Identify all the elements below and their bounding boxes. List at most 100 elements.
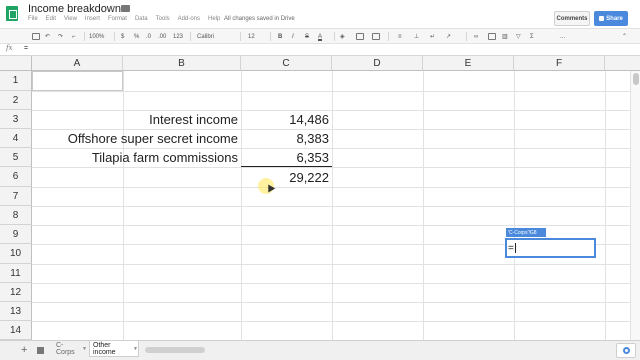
row-header-7[interactable]: 7 (0, 187, 32, 206)
explore-button[interactable] (616, 343, 636, 358)
cell-c6[interactable]: 29,222 (241, 168, 332, 187)
menu-insert[interactable]: Insert (85, 16, 100, 26)
menu-bar: File Edit View Insert Format Data Tools … (28, 16, 220, 26)
fx-icon: fx (6, 44, 13, 52)
sheet-tab-bar: + C-Corps ▼ Other income ▼ (0, 340, 640, 360)
comments-button[interactable]: Comments (554, 11, 590, 26)
cell-c3[interactable]: 14,486 (241, 110, 332, 129)
vertical-align-icon[interactable]: ⊥ (414, 31, 419, 42)
row-header-2[interactable]: 2 (0, 91, 32, 110)
column-header-b[interactable]: B (123, 56, 241, 71)
menu-file[interactable]: File (28, 16, 38, 26)
chevron-down-icon[interactable]: ▼ (82, 346, 87, 352)
row-header-12[interactable]: 12 (0, 283, 32, 302)
star-icon[interactable]: ☆ (108, 3, 116, 14)
row-header-10[interactable]: 10 (0, 244, 32, 264)
text-caret (514, 243, 516, 253)
more-formats-select[interactable]: 123 (173, 31, 183, 42)
spreadsheet-grid[interactable]: A B C D E F 1 2 3 4 5 6 7 8 9 10 11 12 1… (0, 56, 640, 340)
row-header-6[interactable]: 6 (0, 167, 32, 187)
paint-format-icon[interactable]: ⌐ (72, 31, 76, 42)
cell-a1[interactable] (32, 71, 123, 91)
column-header-c[interactable]: C (241, 56, 332, 71)
row-header-11[interactable]: 11 (0, 264, 32, 283)
text-rotation-icon[interactable]: ↗ (446, 31, 451, 42)
print-icon[interactable] (32, 31, 40, 42)
fill-color-icon[interactable]: ◈ (340, 31, 345, 42)
column-header-a[interactable]: A (32, 56, 123, 71)
row-header-14[interactable]: 14 (0, 321, 32, 340)
undo-icon[interactable]: ↶ (45, 31, 50, 42)
strikethrough-button[interactable]: S (305, 31, 309, 42)
save-status[interactable]: All changes saved in Drive (224, 16, 295, 22)
decrease-decimal-button[interactable]: .0 (146, 31, 151, 42)
currency-format-button[interactable]: $ (121, 31, 124, 42)
italic-button[interactable]: I (292, 31, 294, 42)
insert-link-icon[interactable]: ∞ (474, 31, 478, 42)
menu-data[interactable]: Data (135, 16, 148, 26)
sheet-tab-other-income[interactable]: Other income ▼ (89, 341, 139, 357)
select-all-corner[interactable] (0, 56, 32, 71)
menu-tools[interactable]: Tools (156, 16, 170, 26)
chevron-down-icon[interactable]: ▼ (133, 346, 138, 352)
functions-icon[interactable]: Σ (530, 31, 534, 42)
cell-c5[interactable]: 6,353 (241, 148, 332, 167)
text-color-button[interactable]: A (318, 31, 322, 42)
cell-b4[interactable]: Offshore super secret income (32, 129, 241, 148)
more-toolbar-button[interactable]: ... (560, 31, 565, 42)
share-label: Share (606, 15, 623, 22)
vertical-scrollbar[interactable] (630, 71, 640, 340)
row-header-13[interactable]: 13 (0, 302, 32, 321)
horizontal-align-icon[interactable]: ≡ (398, 31, 402, 42)
filter-icon[interactable]: ▽ (516, 31, 521, 42)
percent-format-button[interactable]: % (134, 31, 139, 42)
zoom-select[interactable]: 100% (89, 31, 104, 42)
row-header-4[interactable]: 4 (0, 129, 32, 148)
column-header-g[interactable] (605, 56, 640, 71)
insert-chart-icon[interactable]: ▥ (502, 31, 508, 42)
explore-icon (623, 347, 630, 354)
column-header-e[interactable]: E (423, 56, 514, 71)
menu-view[interactable]: View (64, 16, 77, 26)
increase-decimal-button[interactable]: .00 (158, 31, 166, 42)
cell-b3[interactable]: Interest income (32, 110, 241, 129)
add-sheet-button[interactable]: + (21, 344, 27, 356)
merge-cells-icon[interactable] (372, 31, 380, 42)
text-wrap-icon[interactable]: ↵ (430, 31, 435, 42)
bold-button[interactable]: B (278, 31, 282, 42)
row-header-8[interactable]: 8 (0, 206, 32, 225)
column-header-d[interactable]: D (332, 56, 423, 71)
cell-f10-content: = (508, 242, 514, 254)
font-select[interactable]: Calibri (197, 31, 214, 42)
horizontal-scroll-thumb[interactable] (145, 347, 205, 353)
share-button[interactable]: Share (594, 11, 628, 26)
font-size-select[interactable]: 12 (248, 31, 255, 42)
row-header-9[interactable]: 9 (0, 225, 32, 244)
vertical-scroll-thumb[interactable] (633, 73, 639, 85)
lock-icon (599, 16, 605, 21)
range-reference-tooltip: 'C-Corps'!G8 (506, 228, 546, 237)
sheet-tab-c-corps[interactable]: C-Corps ▼ (53, 341, 87, 357)
collapse-toolbar-icon[interactable]: ⌃ (622, 31, 627, 42)
title-bar: Income breakdown ☆ File Edit View Insert… (0, 0, 640, 28)
cell-f10-editor[interactable]: = (505, 238, 596, 258)
sheets-logo-icon[interactable] (6, 6, 18, 21)
redo-icon[interactable]: ↷ (58, 31, 63, 42)
insert-comment-icon[interactable] (488, 31, 496, 42)
cell-c4[interactable]: 8,383 (241, 129, 332, 148)
menu-edit[interactable]: Edit (46, 16, 56, 26)
document-title[interactable]: Income breakdown (28, 3, 121, 15)
sum-border-line (241, 166, 332, 167)
row-header-1[interactable]: 1 (0, 71, 32, 91)
sheet-list-icon[interactable] (37, 347, 44, 354)
cell-b5[interactable]: Tilapia farm commissions (32, 148, 241, 167)
row-header-3[interactable]: 3 (0, 110, 32, 129)
menu-addons[interactable]: Add-ons (178, 16, 200, 26)
folder-icon[interactable] (121, 5, 130, 12)
row-header-5[interactable]: 5 (0, 148, 32, 167)
borders-icon[interactable] (356, 31, 364, 42)
formula-input[interactable]: = (24, 45, 28, 52)
column-header-f[interactable]: F (514, 56, 605, 71)
menu-format[interactable]: Format (108, 16, 127, 26)
menu-help[interactable]: Help (208, 16, 220, 26)
